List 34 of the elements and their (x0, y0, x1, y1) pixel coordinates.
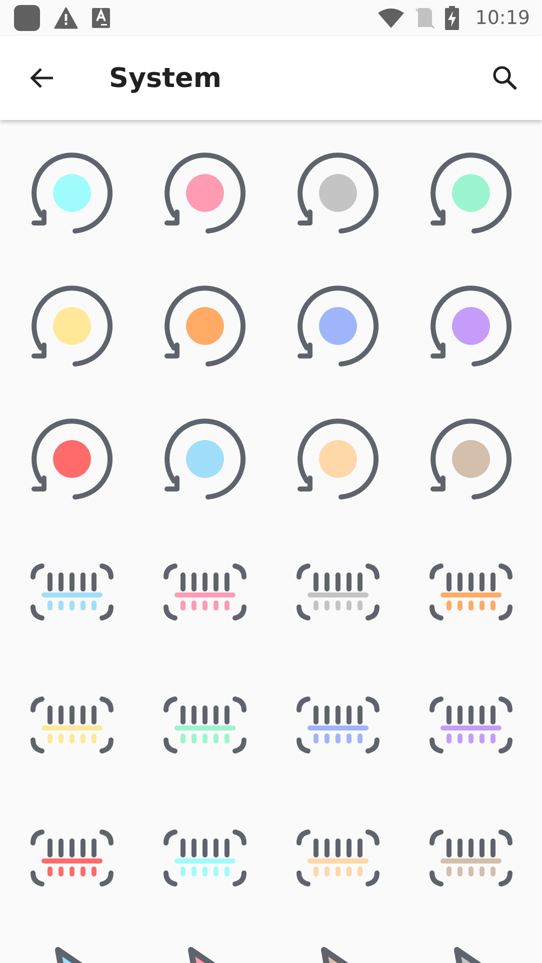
back-arrow-icon[interactable] (29, 67, 55, 89)
keyboard-icon (92, 8, 110, 28)
search-icon[interactable] (492, 65, 518, 91)
barcode-scan-icon[interactable] (296, 562, 380, 620)
rotate-icon[interactable] (296, 150, 380, 234)
rotate-icon[interactable] (162, 416, 246, 500)
rotate-icon[interactable] (296, 284, 380, 368)
rotate-icon[interactable] (30, 284, 114, 368)
rotate-icon[interactable] (428, 150, 512, 234)
barcode-scan-icon[interactable] (428, 696, 512, 754)
rotate-icon[interactable] (30, 416, 114, 500)
rotate-icon[interactable] (162, 150, 246, 234)
barcode-scan-icon[interactable] (30, 828, 114, 886)
clock-time: 10:19 (475, 7, 530, 29)
barcode-scan-icon[interactable] (162, 828, 246, 886)
battery-charging-icon (445, 6, 460, 30)
barcode-scan-icon[interactable] (296, 696, 380, 754)
rotate-icon[interactable] (296, 416, 380, 500)
rotate-icon[interactable] (30, 150, 114, 234)
no-sim-icon (415, 7, 436, 29)
warning-icon (54, 7, 78, 29)
barcode-scan-icon[interactable] (30, 696, 114, 754)
barcode-scan-icon[interactable] (162, 696, 246, 754)
barcode-scan-icon[interactable] (162, 562, 246, 620)
wifi-icon (377, 7, 406, 29)
barcode-scan-icon[interactable] (30, 562, 114, 620)
rotate-icon[interactable] (428, 416, 512, 500)
barcode-scan-icon[interactable] (428, 828, 512, 886)
screen-title: System (109, 62, 222, 94)
rotate-icon[interactable] (162, 284, 246, 368)
rotate-icon[interactable] (428, 284, 512, 368)
barcode-scan-icon[interactable] (428, 562, 512, 620)
app-icon (14, 5, 40, 31)
barcode-scan-icon[interactable] (296, 828, 380, 886)
